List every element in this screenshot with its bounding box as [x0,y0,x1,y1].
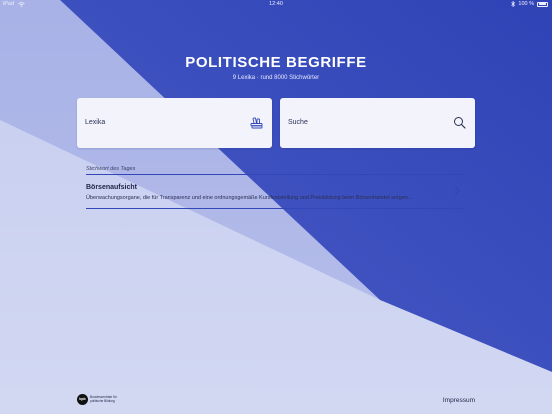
books-icon [250,117,263,129]
search-label: Suche [288,119,308,126]
status-time: 12:40 [269,1,283,7]
battery-percent: 100 % [518,1,534,7]
divider-bottom [86,208,465,209]
status-bar: iPad 12:40 100 % [0,0,552,9]
bluetooth-icon [511,1,516,7]
word-of-day-title: Börsenaufsicht [86,184,137,191]
word-of-day-heading: Stichwort des Tages [86,166,136,172]
search-icon [454,117,466,129]
status-right: 100 % [511,1,548,7]
logo-mark: bpb [77,394,88,405]
lexika-button[interactable]: Lexika [77,98,272,148]
page-subtitle: 9 Lexika · rund 8000 Stichwörter [232,75,320,81]
impressum-link[interactable]: Impressum [443,397,475,404]
bpb-logo: bpb Bundeszentrale für politische Bildun… [77,394,122,405]
lexika-label: Lexika [85,119,106,126]
word-of-day-description: Überwachungsorgane, die für Transparenz … [86,195,413,201]
word-of-day-item[interactable]: Börsenaufsicht Überwachungsorgane, die f… [86,176,465,207]
chevron-right-icon [454,185,460,196]
divider-top [86,174,465,175]
search-button[interactable]: Suche [280,98,475,148]
battery-icon [537,1,548,7]
page-title: POLITISCHE BEGRIFFE [185,54,367,71]
logo-text: Bundeszentrale für politische Bildung [90,394,117,403]
